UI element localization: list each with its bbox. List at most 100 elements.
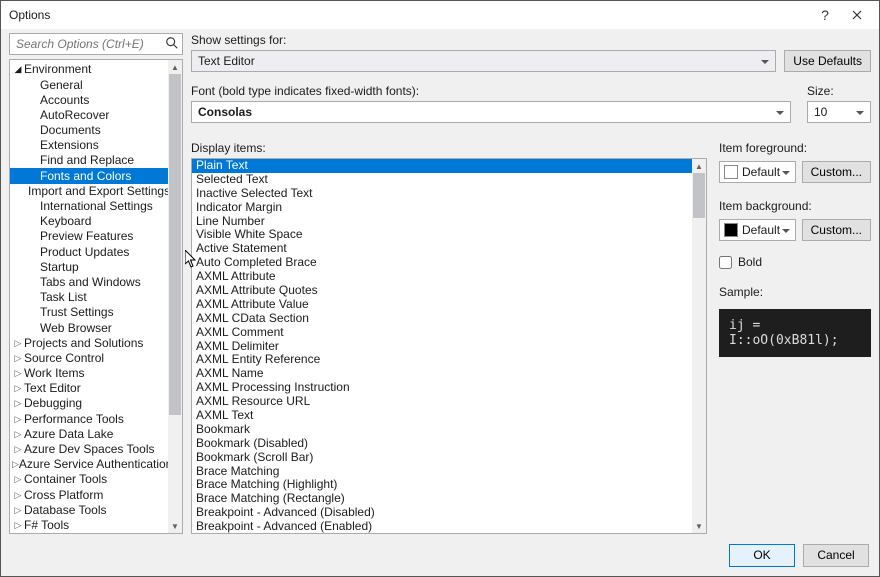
tree-section[interactable]: ▷Debugging (10, 396, 168, 411)
close-button[interactable] (841, 2, 873, 28)
list-item[interactable]: Bookmark (Scroll Bar) (192, 451, 692, 465)
size-combo[interactable]: 10 (807, 101, 871, 123)
tree-item[interactable]: AutoRecover (10, 108, 168, 123)
list-item[interactable]: Line Number (192, 215, 692, 229)
scroll-up-icon[interactable]: ▲ (168, 60, 182, 74)
tree-item[interactable]: Documents (10, 123, 168, 138)
size-label: Size: (807, 84, 871, 98)
use-defaults-button[interactable]: Use Defaults (784, 50, 871, 72)
bold-label[interactable]: Bold (738, 255, 762, 269)
tree-item[interactable]: Accounts (10, 92, 168, 107)
scroll-up-icon[interactable]: ▲ (692, 159, 706, 173)
show-settings-for-combo[interactable]: Text Editor (191, 50, 776, 72)
tree-list[interactable]: ◢EnvironmentGeneralAccountsAutoRecoverDo… (10, 60, 168, 533)
search-icon (165, 36, 179, 50)
scroll-thumb[interactable] (693, 173, 705, 218)
tree-item[interactable]: Tabs and Windows (10, 275, 168, 290)
tree-item-label: Documents (40, 123, 101, 138)
tree-item-label: AutoRecover (40, 108, 109, 123)
list-item[interactable]: AXML Delimiter (192, 340, 692, 354)
display-items-listbox[interactable]: Plain TextSelected TextInactive Selected… (191, 158, 707, 534)
list-item[interactable]: Brace Matching (Rectangle) (192, 492, 692, 506)
tree-item-label: General (40, 78, 83, 93)
tree-item[interactable]: Product Updates (10, 244, 168, 259)
tree-item[interactable]: General (10, 77, 168, 92)
list-item[interactable]: AXML Resource URL (192, 395, 692, 409)
chevron-right-icon: ▷ (12, 457, 19, 472)
tree-section[interactable]: ▷F# Tools (10, 518, 168, 533)
list-item[interactable]: AXML Processing Instruction (192, 381, 692, 395)
list-item[interactable]: Brace Matching (Highlight) (192, 478, 692, 492)
list-item[interactable]: Active Statement (192, 242, 692, 256)
tree-section[interactable]: ▷Azure Service Authentication (10, 457, 168, 472)
tree-section[interactable]: ◢Environment (10, 62, 168, 77)
tree-scrollbar[interactable]: ▲ ▼ (168, 60, 182, 533)
tree-item[interactable]: Import and Export Settings (10, 184, 168, 199)
tree-item[interactable]: Fonts and Colors (10, 168, 168, 183)
chevron-right-icon: ▷ (12, 503, 24, 518)
list-item[interactable]: Indicator Margin (192, 201, 692, 215)
item-background-combo[interactable]: Default (719, 219, 796, 241)
list-item[interactable]: Breakpoint - Advanced (Enabled) (192, 520, 692, 533)
item-background-value: Default (742, 223, 780, 237)
listbox-scrollbar[interactable]: ▲ ▼ (692, 159, 706, 533)
list-item[interactable]: Bookmark (192, 423, 692, 437)
tree-section[interactable]: ▷Azure Data Lake (10, 427, 168, 442)
list-item[interactable]: AXML Text (192, 409, 692, 423)
tree-section[interactable]: ▷Performance Tools (10, 411, 168, 426)
foreground-custom-button[interactable]: Custom... (802, 161, 871, 183)
list-item[interactable]: AXML Entity Reference (192, 353, 692, 367)
tree-item[interactable]: Startup (10, 259, 168, 274)
tree-section-label: Debugging (24, 396, 82, 411)
tree-item[interactable]: Web Browser (10, 320, 168, 335)
scroll-thumb[interactable] (169, 74, 181, 415)
list-item[interactable]: AXML CData Section (192, 312, 692, 326)
list-item[interactable]: Breakpoint - Advanced (Disabled) (192, 506, 692, 520)
tree-section[interactable]: ▷Database Tools (10, 502, 168, 517)
chevron-down-icon: ◢ (12, 62, 24, 77)
tree-item[interactable]: Find and Replace (10, 153, 168, 168)
show-settings-for-value: Text Editor (198, 54, 255, 68)
tree-item[interactable]: Extensions (10, 138, 168, 153)
scroll-down-icon[interactable]: ▼ (692, 519, 706, 533)
tree-section[interactable]: ▷Azure Dev Spaces Tools (10, 442, 168, 457)
chevron-right-icon: ▷ (12, 351, 24, 366)
tree-item-label: Accounts (40, 93, 89, 108)
cancel-button[interactable]: Cancel (803, 544, 869, 567)
tree-section[interactable]: ▷Cross Platform (10, 487, 168, 502)
list-item[interactable]: AXML Attribute (192, 270, 692, 284)
tree-section-label: Projects and Solutions (24, 336, 143, 351)
list-item[interactable]: AXML Attribute Quotes (192, 284, 692, 298)
list-item[interactable]: Bookmark (Disabled) (192, 437, 692, 451)
font-combo[interactable]: Consolas (191, 101, 791, 123)
tree-item[interactable]: Keyboard (10, 214, 168, 229)
list-item[interactable]: Visible White Space (192, 228, 692, 242)
tree-section[interactable]: ▷Work Items (10, 366, 168, 381)
list-item[interactable]: Auto Completed Brace (192, 256, 692, 270)
tree-item[interactable]: Task List (10, 290, 168, 305)
tree-item[interactable]: International Settings (10, 199, 168, 214)
list-item[interactable]: AXML Name (192, 367, 692, 381)
ok-button[interactable]: OK (729, 544, 795, 567)
tree-item[interactable]: Trust Settings (10, 305, 168, 320)
list-item[interactable]: Inactive Selected Text (192, 187, 692, 201)
list-item[interactable]: AXML Comment (192, 326, 692, 340)
list-item[interactable]: Brace Matching (192, 465, 692, 479)
list-item[interactable]: Plain Text (192, 159, 692, 173)
chevron-right-icon: ▷ (12, 396, 24, 411)
list-item[interactable]: AXML Attribute Value (192, 298, 692, 312)
color-settings-column: Item foreground: Default Custom... Item … (719, 133, 871, 534)
tree-section[interactable]: ▷Text Editor (10, 381, 168, 396)
list-item[interactable]: Selected Text (192, 173, 692, 187)
help-button[interactable]: ? (809, 2, 841, 28)
search-input[interactable] (9, 33, 183, 55)
tree-item-label: Web Browser (40, 321, 112, 336)
tree-section[interactable]: ▷Source Control (10, 351, 168, 366)
scroll-down-icon[interactable]: ▼ (168, 519, 182, 533)
tree-item[interactable]: Preview Features (10, 229, 168, 244)
item-foreground-combo[interactable]: Default (719, 161, 796, 183)
bold-checkbox[interactable] (719, 256, 732, 269)
tree-section[interactable]: ▷Container Tools (10, 472, 168, 487)
tree-section[interactable]: ▷Projects and Solutions (10, 335, 168, 350)
background-custom-button[interactable]: Custom... (802, 219, 871, 241)
